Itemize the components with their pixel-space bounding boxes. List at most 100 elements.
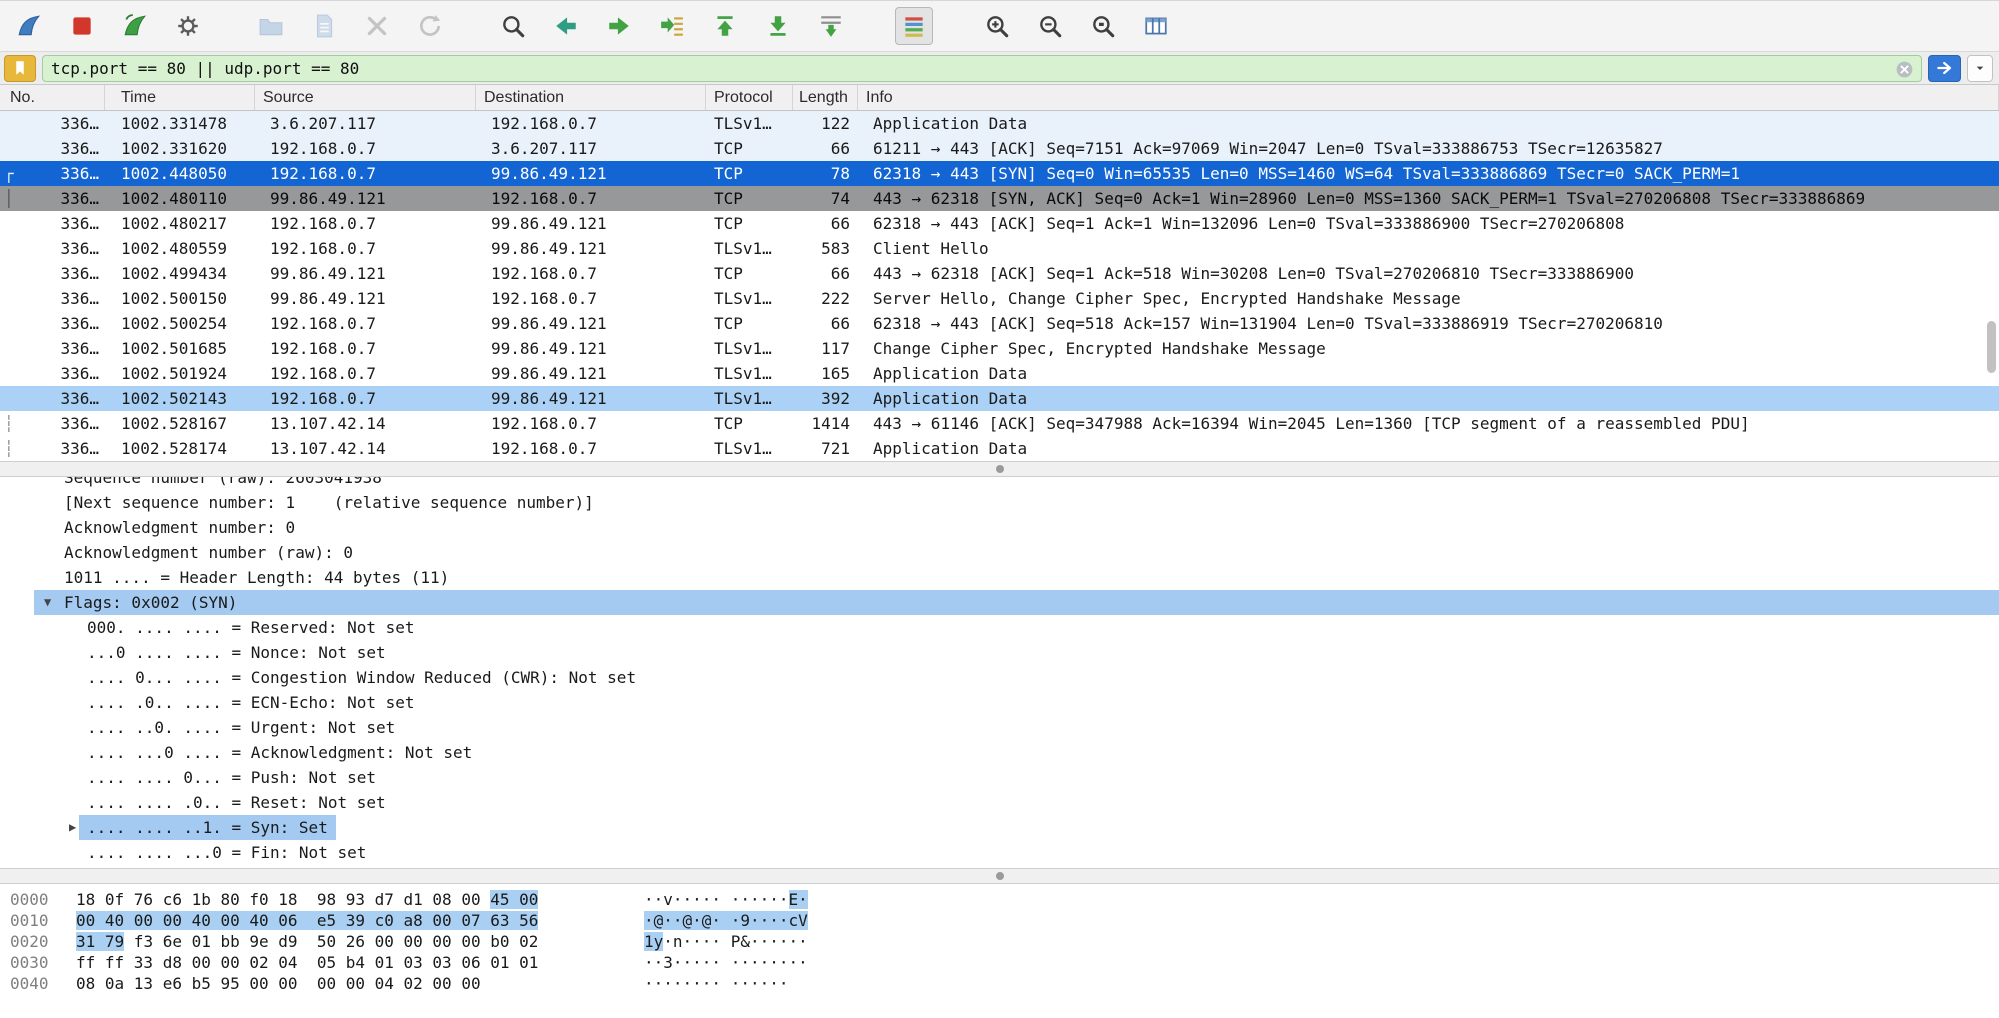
list-detail-splitter[interactable] [0, 461, 1999, 477]
cell-time: 1002.502143 [105, 386, 255, 411]
detail-row[interactable]: Sequence number (raw): 2603041938 [0, 477, 1999, 490]
cell-len: 117 [793, 336, 858, 361]
cell-len: 66 [793, 261, 858, 286]
detail-row-highlight [34, 590, 1999, 615]
hex-ascii: ·@··@·@· ·9····cV [644, 910, 808, 931]
chevron-down-icon [1972, 60, 1988, 76]
detail-row[interactable]: .... .0.. .... = ECN-Echo: Not set [0, 690, 1999, 715]
detail-row[interactable]: 000. .... .... = Reserved: Not set [0, 615, 1999, 640]
ascii-segment: E· [789, 890, 808, 909]
splitter-handle-icon [996, 465, 1004, 473]
go-to-top-button[interactable] [706, 7, 744, 45]
go-back-button[interactable] [547, 7, 585, 45]
cell-info: Application Data [858, 111, 1999, 136]
zoom-out-button[interactable] [1031, 7, 1069, 45]
col-header-protocol[interactable]: Protocol [706, 85, 793, 110]
detail-row[interactable]: .... ..0. .... = Urgent: Not set [0, 715, 1999, 740]
packet-details-pane[interactable]: Sequence number (raw): 2603041938[Next s… [0, 477, 1999, 868]
hex-line[interactable]: 002031 79 f3 6e 01 bb 9e d9 50 26 00 00 … [0, 931, 1999, 952]
find-packet-button[interactable] [494, 7, 532, 45]
packet-row[interactable]: 336…1002.480559192.168.0.799.86.49.121TL… [0, 236, 1999, 261]
colorize-icon [901, 13, 927, 39]
filter-clear-button[interactable] [1894, 59, 1915, 80]
col-header-source[interactable]: Source [255, 85, 476, 110]
detail-row[interactable]: .... 0... .... = Congestion Window Reduc… [0, 665, 1999, 690]
packet-row[interactable]: 336…1002.500254192.168.0.799.86.49.121TC… [0, 311, 1999, 336]
packet-row[interactable]: 336…1002.331620192.168.0.73.6.207.117TCP… [0, 136, 1999, 161]
hex-line[interactable]: 004008 0a 13 e6 b5 95 00 00 00 00 04 02 … [0, 973, 1999, 994]
detail-row[interactable]: ▶.... .... ..1. = Syn: Set [0, 815, 1999, 840]
restart-capture-button[interactable] [116, 7, 154, 45]
packet-row[interactable]: 336…1002.501685192.168.0.799.86.49.121TL… [0, 336, 1999, 361]
open-file-button[interactable] [252, 7, 290, 45]
detail-row[interactable]: .... .... 0... = Push: Not set [0, 765, 1999, 790]
col-header-length[interactable]: Length [793, 85, 858, 110]
packet-row[interactable]: ┆336…1002.52816713.107.42.14192.168.0.7T… [0, 411, 1999, 436]
packet-list[interactable]: 336…1002.3314783.6.207.117192.168.0.7TLS… [0, 111, 1999, 461]
packet-bytes-pane[interactable]: 000018 0f 76 c6 1b 80 f0 18 98 93 d7 d1 … [0, 884, 1999, 1018]
cell-no: 336… [0, 361, 105, 386]
packet-row[interactable]: │336…1002.48011099.86.49.121192.168.0.7T… [0, 186, 1999, 211]
go-forward-button[interactable] [600, 7, 638, 45]
resize-columns-button[interactable] [1137, 7, 1175, 45]
cell-len: 122 [793, 111, 858, 136]
filter-dropdown-button[interactable] [1967, 55, 1993, 82]
expander-closed-icon[interactable]: ▶ [69, 815, 76, 840]
go-to-bottom-button[interactable] [759, 7, 797, 45]
detail-row[interactable]: ...0 .... .... = Nonce: Not set [0, 640, 1999, 665]
colorize-button[interactable] [895, 7, 933, 45]
zoom-in-button[interactable] [978, 7, 1016, 45]
packet-row[interactable]: ┆336…1002.52817413.107.42.14192.168.0.7T… [0, 436, 1999, 461]
packet-row[interactable]: ┌336…1002.448050192.168.0.799.86.49.121T… [0, 161, 1999, 186]
cell-dst: 99.86.49.121 [476, 211, 706, 236]
packet-row[interactable]: 336…1002.49943499.86.49.121192.168.0.7TC… [0, 261, 1999, 286]
packet-row[interactable]: 336…1002.501924192.168.0.799.86.49.121TL… [0, 361, 1999, 386]
detail-row[interactable]: .... .... ...0 = Fin: Not set [0, 840, 1999, 865]
cell-len: 222 [793, 286, 858, 311]
filter-apply-button[interactable] [1928, 55, 1961, 82]
detail-row-text: Flags: 0x002 (SYN) [64, 590, 237, 615]
save-file-icon [311, 13, 337, 39]
hex-line[interactable]: 001000 40 00 00 40 00 40 06 e5 39 c0 a8 … [0, 910, 1999, 931]
col-header-time[interactable]: Time [105, 85, 255, 110]
col-header-no[interactable]: No. [0, 85, 105, 110]
reload-file-button[interactable] [411, 7, 449, 45]
packet-row[interactable]: 336…1002.50015099.86.49.121192.168.0.7TL… [0, 286, 1999, 311]
packet-list-scrollbar-thumb[interactable] [1987, 321, 1996, 373]
detail-row[interactable]: Acknowledgment number (raw): 0 [0, 540, 1999, 565]
cell-proto: TCP [706, 136, 793, 161]
cell-len: 392 [793, 386, 858, 411]
go-to-packet-button[interactable] [653, 7, 691, 45]
conversation-indicator: │ [4, 186, 16, 211]
packet-row[interactable]: 336…1002.3314783.6.207.117192.168.0.7TLS… [0, 111, 1999, 136]
detail-bytes-splitter[interactable] [0, 868, 1999, 884]
detail-row[interactable]: ▼ Flags: 0x002 (SYN) [0, 590, 1999, 615]
cell-proto: TLSv1… [706, 361, 793, 386]
cell-src: 192.168.0.7 [255, 211, 476, 236]
detail-row[interactable]: Acknowledgment number: 0 [0, 515, 1999, 540]
start-capture-button[interactable] [10, 7, 48, 45]
col-header-info[interactable]: Info [858, 85, 1999, 110]
stop-capture-button[interactable] [63, 7, 101, 45]
hex-offset: 0040 [10, 973, 49, 994]
detail-row[interactable]: [Next sequence number: 1 (relative seque… [0, 490, 1999, 515]
zoom-reset-button[interactable] [1084, 7, 1122, 45]
capture-options-button[interactable] [169, 7, 207, 45]
cell-dst: 192.168.0.7 [476, 411, 706, 436]
detail-row[interactable]: .... ...0 .... = Acknowledgment: Not set [0, 740, 1999, 765]
hex-offset: 0000 [10, 889, 49, 910]
detail-row-text: ...0 .... .... = Nonce: Not set [87, 640, 386, 665]
detail-row[interactable]: .... .... .0.. = Reset: Not set [0, 790, 1999, 815]
col-header-destination[interactable]: Destination [476, 85, 706, 110]
detail-row[interactable]: 1011 .... = Header Length: 44 bytes (11) [0, 565, 1999, 590]
display-filter-input[interactable]: tcp.port == 80 || udp.port == 80 [42, 55, 1922, 82]
close-file-button[interactable] [358, 7, 396, 45]
auto-scroll-button[interactable] [812, 7, 850, 45]
filter-bookmark-button[interactable] [4, 55, 36, 82]
hex-line[interactable]: 000018 0f 76 c6 1b 80 f0 18 98 93 d7 d1 … [0, 889, 1999, 910]
expander-open-icon[interactable]: ▼ [44, 590, 51, 615]
hex-line[interactable]: 0030ff ff 33 d8 00 00 02 04 05 b4 01 03 … [0, 952, 1999, 973]
save-file-button[interactable] [305, 7, 343, 45]
packet-row[interactable]: 336…1002.480217192.168.0.799.86.49.121TC… [0, 211, 1999, 236]
packet-row[interactable]: 336…1002.502143192.168.0.799.86.49.121TL… [0, 386, 1999, 411]
